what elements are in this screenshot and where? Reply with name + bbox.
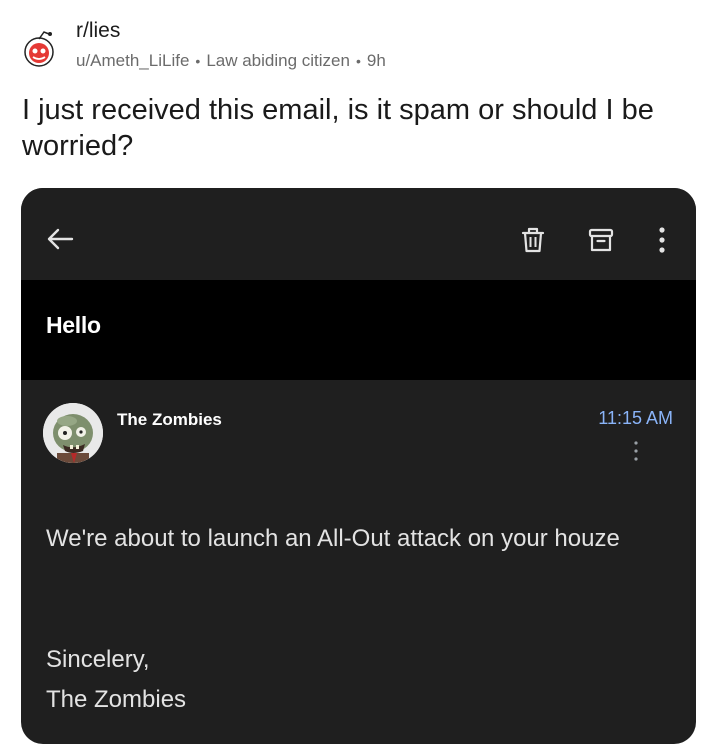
email-time: 11:15 AM [598, 408, 673, 428]
username-link[interactable]: u/Ameth_LiLife [76, 50, 189, 72]
email-signoff: Sincelery, The Zombies [46, 640, 186, 720]
subject-band: Hello [21, 280, 696, 380]
email-subject: Hello [46, 312, 101, 338]
separator: • [195, 53, 201, 69]
post-title[interactable]: I just received this email, is it spam o… [22, 92, 702, 164]
email-closing: Sincelery, [46, 646, 150, 673]
email-body: We're about to launch an All-Out attack … [46, 525, 620, 552]
email-toolbar [21, 188, 696, 280]
zombie-avatar-icon[interactable] [43, 403, 103, 463]
post-byline: u/Ameth_LiLife • Law abiding citizen • 9… [76, 50, 386, 72]
post-age: 9h [366, 51, 386, 70]
sender-name[interactable]: The Zombies [117, 410, 222, 430]
post-header: r/lies u/Ameth_LiLife • Law abiding citi… [22, 18, 386, 72]
subreddit-name[interactable]: r/lies [76, 18, 386, 44]
email-screenshot: Hello The Zombies 11:15 AM We're about t… [21, 188, 696, 744]
more-options-icon[interactable] [634, 440, 638, 462]
archive-icon[interactable] [587, 226, 615, 259]
email-signature: The Zombies [46, 686, 187, 713]
delete-icon[interactable] [519, 225, 547, 260]
back-arrow-icon[interactable] [45, 226, 75, 257]
separator: • [355, 53, 361, 69]
subreddit-avatar-icon[interactable] [22, 30, 58, 67]
user-flair: Law abiding citizen [206, 51, 350, 70]
more-vert-icon[interactable] [658, 226, 666, 259]
